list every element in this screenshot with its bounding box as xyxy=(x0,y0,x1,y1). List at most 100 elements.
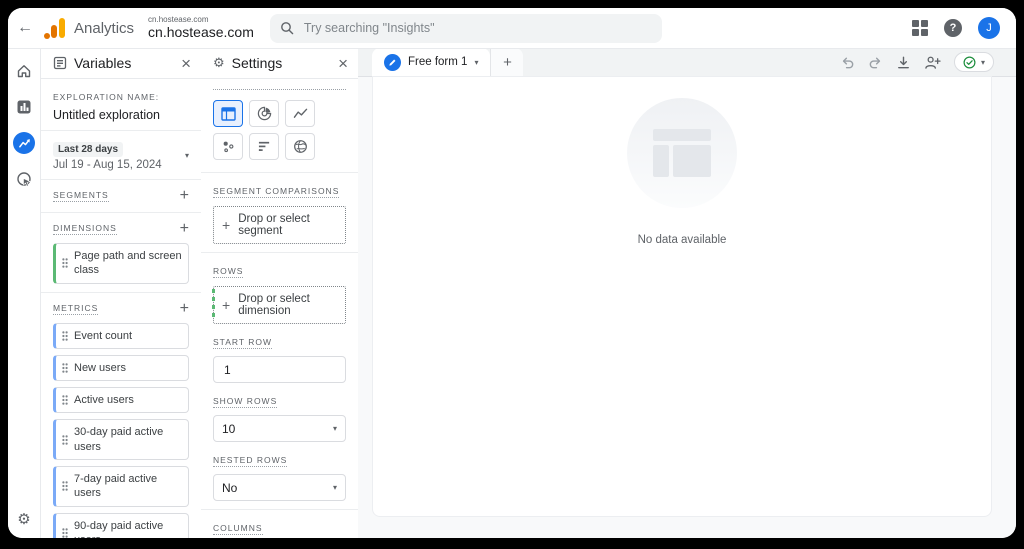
redo-icon[interactable] xyxy=(868,55,883,70)
show-rows-value: 10 xyxy=(222,421,236,436)
add-segment-button[interactable]: + xyxy=(180,188,189,204)
settings-panel-header: ⚙ Settings × xyxy=(201,48,358,79)
close-settings-icon[interactable]: × xyxy=(338,55,348,72)
metric-chip[interactable]: Active users xyxy=(53,387,189,414)
drag-handle-icon[interactable] xyxy=(62,258,68,268)
rows-dropzone[interactable]: + Drop or select dimension xyxy=(212,286,346,324)
nav-explore-icon[interactable] xyxy=(13,132,35,154)
nav-advertising-icon[interactable] xyxy=(13,168,35,190)
show-rows-label: SHOW ROWS xyxy=(213,396,278,408)
variables-panel-header: Variables × xyxy=(41,48,201,79)
viz-table-button[interactable] xyxy=(213,100,243,127)
help-icon[interactable]: ? xyxy=(944,19,962,37)
metric-chip[interactable]: 90-day paid active users xyxy=(53,512,189,538)
rows-label: ROWS xyxy=(213,266,244,278)
drag-handle-icon[interactable] xyxy=(62,435,68,445)
date-range-section: Last 28 days Jul 19 - Aug 15, 2024 ▾ xyxy=(41,131,201,180)
search-bar[interactable] xyxy=(269,13,662,43)
plus-icon: + xyxy=(222,217,231,233)
account-switcher[interactable]: cn.hostease.com cn.hostease.com xyxy=(148,15,254,40)
start-row-field xyxy=(213,356,346,383)
dimensions-section: DIMENSIONS + Page path and screen class xyxy=(41,213,201,293)
analytics-logo-icon xyxy=(44,17,66,39)
left-nav-rail: ⚙ xyxy=(8,48,40,538)
drag-handle-icon[interactable] xyxy=(62,481,68,492)
tab-label: Free form 1 xyxy=(408,56,468,68)
metric-chip[interactable]: New users xyxy=(53,354,189,382)
check-circle-icon xyxy=(963,56,976,68)
nav-home-icon[interactable] xyxy=(13,60,35,82)
admin-gear-icon[interactable]: ⚙ xyxy=(17,510,30,528)
chevron-down-icon: ▾ xyxy=(980,57,985,67)
visualization-picker xyxy=(201,90,358,173)
variables-icon xyxy=(53,56,67,70)
empty-state-text: No data available xyxy=(637,234,727,246)
drag-handle-icon[interactable] xyxy=(62,528,68,538)
nested-rows-value: No xyxy=(222,480,238,495)
columns-section: COLUMNS + Drop or select dimension START… xyxy=(201,509,358,538)
settings-panel-title: Settings xyxy=(231,55,283,71)
drag-handle-icon[interactable] xyxy=(62,331,68,341)
metric-chip-label: 30-day paid active users xyxy=(74,426,164,453)
search-icon xyxy=(280,21,294,35)
visualization-card: No data available xyxy=(372,76,992,517)
segments-label: SEGMENTS xyxy=(53,190,109,202)
start-row-input[interactable] xyxy=(222,361,337,378)
viz-line-chart-button[interactable] xyxy=(285,100,315,127)
dimension-chip[interactable]: Page path and screen class xyxy=(53,243,189,284)
exploration-name-value[interactable]: Untitled exploration xyxy=(53,108,189,122)
close-variables-icon[interactable]: × xyxy=(181,55,191,72)
segment-comparisons-section: SEGMENT COMPARISONS + Drop or select seg… xyxy=(201,173,358,253)
account-name: cn.hostease.com xyxy=(148,23,254,40)
saved-status-button[interactable]: ▾ xyxy=(953,52,994,72)
nested-rows-label: NESTED ROWS xyxy=(213,455,288,467)
undo-icon[interactable] xyxy=(840,55,855,70)
exploration-name-label: EXPLORATION NAME: xyxy=(53,92,160,102)
viz-donut-button[interactable] xyxy=(249,100,279,127)
exploration-canvas: Free form 1 ▾ + ▾ No data available xyxy=(358,48,1016,538)
metric-chip[interactable]: 7-day paid active users xyxy=(53,466,189,507)
metric-chip-label: 7-day paid active users xyxy=(74,473,158,500)
metric-chip[interactable]: 30-day paid active users xyxy=(53,419,189,461)
viz-bar-chart-button[interactable] xyxy=(249,133,279,160)
segment-dropzone[interactable]: + Drop or select segment xyxy=(213,206,346,244)
settings-panel: ⚙ Settings × SEGMENT COMPARISONS + Drop … xyxy=(201,48,359,538)
dimensions-label: DIMENSIONS xyxy=(53,223,117,235)
avatar[interactable]: J xyxy=(978,17,1000,39)
product-name: Analytics xyxy=(74,19,135,37)
variables-panel: Variables × EXPLORATION NAME: Untitled e… xyxy=(40,48,202,538)
plus-icon: + xyxy=(222,297,231,313)
chevron-down-icon: ▾ xyxy=(184,150,189,160)
segment-comparisons-label: SEGMENT COMPARISONS xyxy=(213,186,340,198)
drag-handle-icon[interactable] xyxy=(62,395,68,406)
search-input[interactable] xyxy=(301,20,652,36)
rows-section: ROWS + Drop or select dimension START RO… xyxy=(201,253,358,509)
metric-chip[interactable]: Event count xyxy=(53,322,189,349)
segments-section: SEGMENTS + xyxy=(41,180,201,213)
edit-pencil-icon xyxy=(384,53,401,71)
date-range-picker[interactable]: Last 28 days Jul 19 - Aug 15, 2024 ▾ xyxy=(53,139,189,171)
empty-table-placeholder-icon xyxy=(627,98,737,208)
share-add-user-icon[interactable] xyxy=(924,55,941,70)
rows-dropzone-label: Drop or select dimension xyxy=(238,293,310,317)
apps-grid-icon[interactable] xyxy=(912,20,928,36)
date-range-value: Jul 19 - Aug 15, 2024 xyxy=(53,159,162,171)
add-metric-button[interactable]: + xyxy=(180,300,189,317)
show-rows-select[interactable]: 10 ▾ xyxy=(213,415,346,442)
back-button[interactable]: ← xyxy=(8,19,42,37)
nested-rows-select[interactable]: No ▾ xyxy=(213,474,346,501)
metric-chip-label: 90-day paid active users xyxy=(74,519,164,538)
viz-scatter-button[interactable] xyxy=(213,133,243,160)
drag-handle-icon[interactable] xyxy=(62,363,68,373)
add-tab-button[interactable]: + xyxy=(490,48,524,76)
segment-dropzone-label: Drop or select segment xyxy=(238,213,310,237)
tab-free-form-1[interactable]: Free form 1 ▾ xyxy=(372,48,491,76)
metric-chip-label: Active users xyxy=(74,394,134,407)
nav-reports-icon[interactable] xyxy=(13,96,35,118)
viz-geo-map-button[interactable] xyxy=(285,133,315,160)
metrics-section: METRICS + Event count New users Active u… xyxy=(41,293,201,538)
add-dimension-button[interactable]: + xyxy=(180,221,189,237)
chevron-down-icon[interactable]: ▾ xyxy=(474,58,478,67)
exploration-name-section: EXPLORATION NAME: Untitled exploration xyxy=(41,79,201,131)
download-icon[interactable] xyxy=(896,55,911,70)
